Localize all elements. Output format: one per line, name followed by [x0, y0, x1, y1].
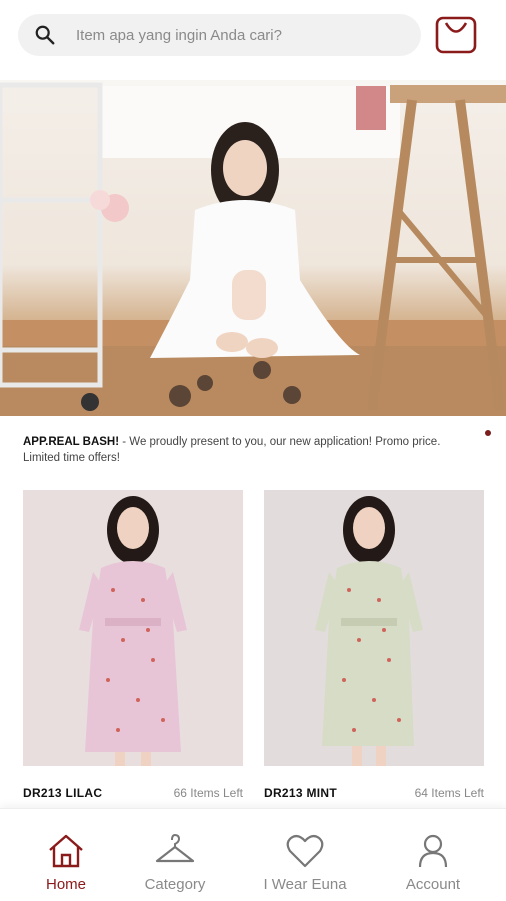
product-name: DR213 LILAC: [23, 786, 103, 800]
product-stock: 64 Items Left: [414, 786, 484, 800]
promo-text: APP.REAL BASH! - We proudly present to y…: [23, 434, 463, 466]
nav-item-category[interactable]: Category: [120, 809, 230, 901]
bottom-navigation: Home Category I Wear Euna Account: [0, 808, 506, 901]
top-bar: [0, 0, 506, 72]
nav-item-i-wear-euna[interactable]: I Wear Euna: [250, 809, 360, 901]
product-image[interactable]: [23, 490, 243, 766]
user-icon: [418, 834, 448, 868]
home-icon: [49, 834, 83, 868]
hanger-icon: [155, 833, 195, 863]
shopping-bag-icon[interactable]: [434, 14, 478, 56]
nav-item-account[interactable]: Account: [378, 809, 488, 901]
nav-label: Category: [144, 876, 206, 893]
search-input[interactable]: [76, 14, 406, 56]
product-stock: 66 Items Left: [173, 786, 243, 800]
nav-label: Home: [45, 876, 86, 893]
nav-label: Account: [405, 876, 461, 893]
product-card[interactable]: DR213 MINT 64 Items Left: [264, 490, 484, 800]
product-name: DR213 MINT: [264, 786, 338, 800]
promo-title: APP.REAL BASH!: [23, 436, 120, 448]
nav-item-home[interactable]: Home: [11, 809, 121, 901]
heart-icon: [286, 834, 324, 868]
hero-banner-image[interactable]: [0, 80, 506, 416]
nav-label: I Wear Euna: [263, 876, 347, 893]
search-bar[interactable]: [18, 14, 421, 56]
product-image[interactable]: [264, 490, 484, 766]
carousel-indicator: [485, 430, 491, 436]
search-icon: [35, 25, 55, 45]
product-card[interactable]: DR213 LILAC 66 Items Left: [23, 490, 243, 800]
